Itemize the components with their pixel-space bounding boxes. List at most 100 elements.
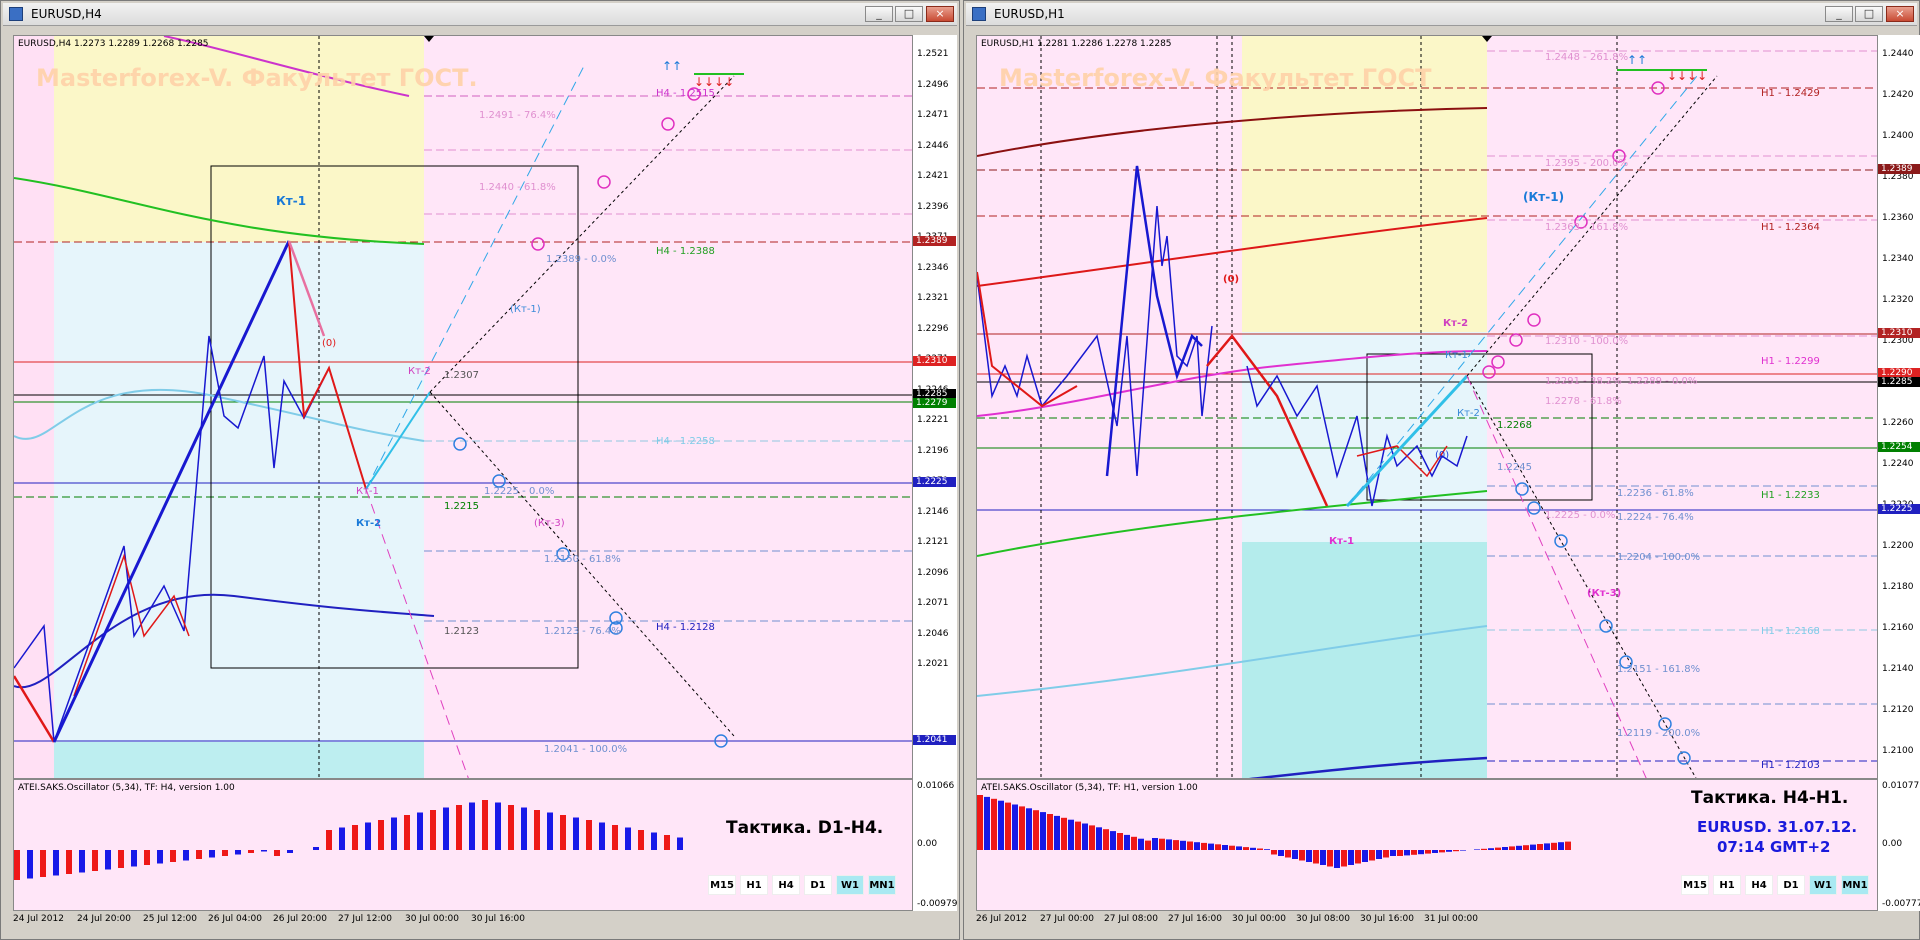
oscillator-bar [1187,841,1193,850]
time-axis-label: 26 Jul 20:00 [273,914,327,924]
fibo-label: 1.2310 - 100.0% [1545,336,1629,347]
oscillator-bar [1201,842,1207,850]
time-axis-label: 26 Jul 04:00 [208,914,262,924]
price-axis-label: 1.2360 [1882,213,1914,223]
timeframe-button-m15[interactable]: M15 [1681,875,1709,895]
timeframe-button-h4[interactable]: H4 [1745,875,1773,895]
oscillator-bar [1425,850,1431,854]
oscillator-bar [991,798,997,850]
ma-label-h4: H4 - 1.2388 [656,246,715,257]
chart-window-icon [972,7,986,21]
oscillator-panel[interactable]: ATEI.SAKS.Oscillator (5,34), TF: H1, ver… [976,779,1878,911]
oscillator-bar [1082,823,1088,850]
oscillator-bar [1446,850,1452,852]
minimize-button[interactable]: _ [865,6,893,22]
close-button[interactable]: × [1886,6,1914,22]
oscillator-bar [573,817,579,850]
timeframe-button-mn1[interactable]: MN1 [868,875,896,895]
oscillator-bar [1243,847,1249,850]
oscillator-axis: 0.01066 0.00 -0.00979 [913,779,957,911]
maximize-button[interactable]: □ [1855,6,1883,22]
oscillator-bar [1068,819,1074,850]
price-axis-label: 1.2421 [917,171,949,181]
fibo-label: 1.2225 - 0.0% [1545,510,1616,521]
timeframe-button-d1[interactable]: D1 [1777,875,1805,895]
time-axis[interactable]: 24 Jul 2012 24 Jul 20:00 25 Jul 12:00 26 Ju… [13,911,913,929]
ma-label-h4: H4 - 1.2128 [656,622,715,633]
oscillator-bar [1040,812,1046,850]
price-axis[interactable]: 1.2521 1.2496 1.2471 1.2446 1.2421 1.2396 1.23… [913,35,957,779]
price-axis-label: 1.2521 [917,49,949,59]
fibo-label: 1.2041 - 100.0% [544,744,628,755]
timeframe-button-h1[interactable]: H1 [1713,875,1741,895]
timeframe-button-h4[interactable]: H4 [772,875,800,895]
price-axis[interactable]: 1.2440 1.2420 1.2400 1.2380 1.2360 1.2340 1.23… [1878,35,1920,779]
oscillator-bar [469,802,475,850]
time-axis[interactable]: 26 Jul 2012 27 Jul 00:00 27 Jul 08:00 27 Ju… [976,911,1878,929]
timeframe-button-mn1[interactable]: MN1 [1841,875,1869,895]
oscillator-bar [1320,850,1326,865]
oscillator-bar [1299,850,1305,861]
oscillator-bar [1481,848,1487,850]
maximize-button[interactable]: □ [895,6,923,22]
oscillator-bar [27,850,33,879]
price-axis-label: 1.2396 [917,201,949,212]
title-bar[interactable]: EURUSD,H1 _ □ × [966,3,1917,26]
oscillator-bar [274,850,280,856]
price-axis-label: 1.2240 [1882,459,1914,469]
price-axis-label: 1.2021 [917,659,949,669]
price-chart[interactable]: EURUSD,H1 1.2281 1.2286 1.2278 1.2285 Ma… [976,35,1878,779]
fibo-label: 1.2307 [444,370,479,381]
price-axis-label: 1.2196 [917,445,949,456]
chart-window-eurusd-h4[interactable]: EURUSD,H4 _ □ × EURUSD,H4 1.2273 1.2289 … [0,0,960,940]
price-axis-label: 1.2071 [917,598,949,608]
chart-window-eurusd-h1[interactable]: EURUSD,H1 _ □ × EURUSD,H1 1.2281 1.2286 … [963,0,1920,940]
time-axis-label: 26 Jul 2012 [976,914,1027,924]
oscillator-bar [1194,842,1200,850]
fibo-label: 1.2245 [1497,462,1532,473]
oscillator-bar [40,850,46,877]
time-axis-label: 30 Jul 00:00 [1232,914,1286,924]
close-button[interactable]: × [926,6,954,22]
oscillator-bar [287,850,293,853]
oscillator-bar [352,825,358,850]
minimize-button[interactable]: _ [1825,6,1853,22]
price-chart[interactable]: EURUSD,H4 1.2273 1.2289 1.2268 1.2285 Ma… [13,35,913,779]
price-level-marker: 1.2310 [913,356,956,366]
timeframe-button-w1[interactable]: W1 [1809,875,1837,895]
fibo-label: 1.2448 - 261.8% [1545,52,1629,63]
fibo-label: 1.2440 - 61.8% [479,182,556,193]
oscillator-bar [1502,847,1508,850]
time-axis-label: 25 Jul 12:00 [143,914,197,924]
oscillator-bar [1509,846,1515,850]
oscillator-bar [1033,810,1039,850]
title-bar[interactable]: EURUSD,H4 _ □ × [3,3,957,26]
price-level-marker: 1.2285 [1878,377,1920,387]
oscillator-bar [404,815,410,850]
oscillator-bar [1103,829,1109,850]
timeframe-button-w1[interactable]: W1 [836,875,864,895]
oscillator-bar [1369,850,1375,861]
label-kt2-b: Кт-2 [1457,408,1480,419]
oscillator-bar [1222,845,1228,850]
timeframe-bar: M15 H1 H4 D1 W1 MN1 [1681,875,1869,895]
price-axis-label: 1.2100 [1882,746,1914,756]
oscillator-panel[interactable]: ATEI.SAKS.Oscillator (5,34), TF: H4, ver… [13,779,913,911]
oscillator-bar [651,832,657,850]
osc-axis-label: 0.01066 [917,781,955,791]
label-kt3: (Кт-3) [534,518,565,529]
oscillator-bar [1495,847,1501,850]
oscillator-bar [482,800,488,850]
oscillator-bar [430,810,436,850]
time-axis-label: 30 Jul 00:00 [405,914,459,924]
osc-axis-label: 0.00 [1882,839,1903,849]
fibo-label: 1.2363 - 161.8% [1545,222,1629,233]
symbol-header: EURUSD,H4 1.2273 1.2289 1.2268 1.2285 [18,39,209,49]
oscillator-bar [1383,850,1389,858]
timeframe-button-m15[interactable]: M15 [708,875,736,895]
price-axis-label: 1.2440 [1882,49,1914,59]
timeframe-button-h1[interactable]: H1 [740,875,768,895]
fibo-label: 1.2268 [1497,420,1532,431]
timeframe-button-d1[interactable]: D1 [804,875,832,895]
tactic-title: Тактика. H4-H1. [1691,788,1849,808]
